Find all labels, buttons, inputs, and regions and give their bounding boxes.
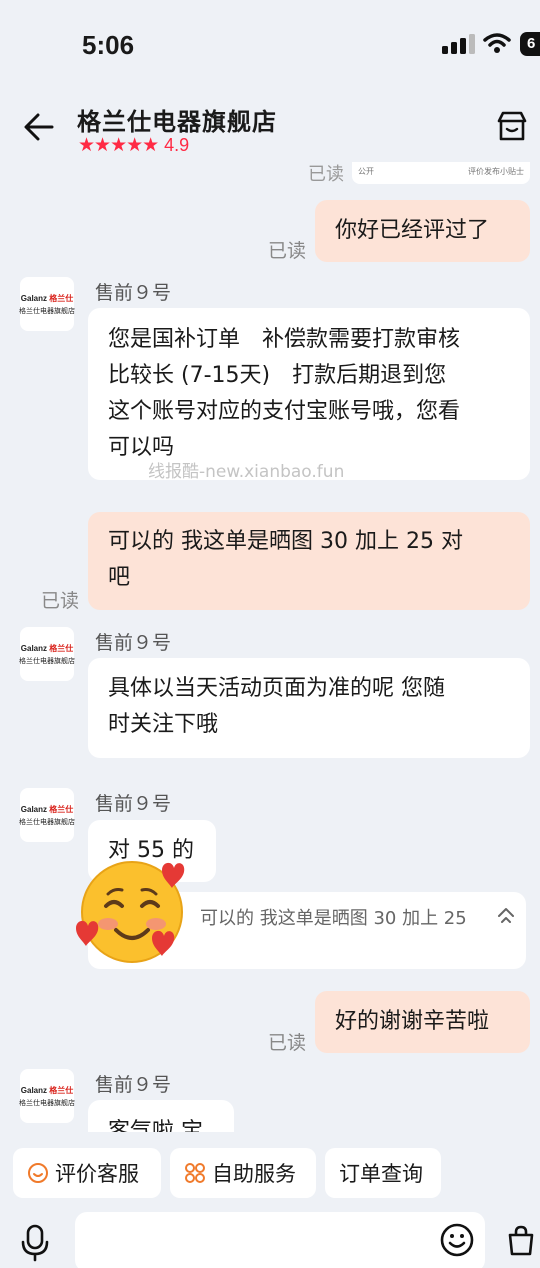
self-service-button[interactable]: 自助服务 — [170, 1148, 316, 1198]
message-bubble-theirs[interactable]: 具体以当天活动页面为准的呢 您随 时关注下哦 — [88, 658, 530, 758]
smiling-face-with-hearts-icon — [76, 861, 185, 963]
rate-service-label: 评价客服 — [55, 1162, 139, 1186]
message-line: 吧 — [108, 565, 131, 590]
sender-name: 售前９号 — [95, 632, 172, 654]
avatar-subtitle: 格兰仕电器旗舰店 — [19, 306, 75, 315]
message-line: 您是国补订单 补偿款需要打款审核 — [108, 327, 461, 352]
avatar-brand: Galanz 格兰仕 — [20, 804, 74, 814]
read-status: 已读 — [308, 164, 344, 185]
message-line: 这个账号对应的支付宝账号哦，您看 — [108, 399, 461, 424]
wifi-icon — [483, 33, 511, 53]
message-bubble-mine[interactable]: 你好已经评过了 — [315, 200, 530, 262]
avatar[interactable]: Galanz 格兰仕 格兰仕电器旗舰店 — [19, 788, 75, 842]
avatar-subtitle: 格兰仕电器旗舰店 — [19, 817, 75, 826]
read-status: 已读 — [268, 240, 307, 262]
read-status: 已读 — [268, 1032, 307, 1054]
rate-service-button[interactable]: 评价客服 — [13, 1148, 161, 1198]
peek-hint-label: 评价发布小贴士 — [468, 167, 524, 176]
order-query-button[interactable]: 订单查询 — [325, 1148, 441, 1198]
chat-header: 格兰仕电器旗舰店 ★★★★★ 4.9 — [0, 90, 540, 162]
emoji-icon[interactable] — [440, 1223, 474, 1257]
avatar-subtitle: 格兰仕电器旗舰店 — [19, 1098, 75, 1107]
sender-name: 售前９号 — [95, 1074, 172, 1096]
grid-dots-icon — [185, 1163, 205, 1183]
status-bar: 5:06 6 — [0, 0, 540, 90]
shop-icon[interactable] — [495, 109, 529, 143]
avatar-subtitle: 格兰仕电器旗舰店 — [19, 656, 75, 665]
avatar-brand: Galanz 格兰仕 — [20, 1085, 74, 1095]
quick-actions-bar: 评价客服 自助服务 订单查询 — [0, 1148, 540, 1198]
battery-indicator: 6 — [520, 32, 540, 56]
quoted-text: 可以的 我这单是晒图 30 加上 25 — [200, 908, 467, 929]
read-status: 已读 — [41, 590, 80, 612]
cellular-signal-icon — [442, 34, 475, 54]
review-card-peek[interactable]: 公开 评价发布小贴士 — [352, 162, 530, 184]
peek-public-label: 公开 — [358, 167, 374, 176]
message-line: 比较长 (7-15天) 打款后期退到您 — [108, 363, 447, 388]
rating-stars: ★★★★★ — [78, 134, 159, 156]
microphone-icon[interactable] — [18, 1222, 52, 1262]
input-bar — [0, 1210, 540, 1268]
smile-circle-icon — [28, 1163, 48, 1183]
message-bubble-theirs[interactable]: 客气啦 宝 — [88, 1100, 234, 1132]
avatar-brand: Galanz 格兰仕 — [20, 643, 74, 653]
message-bubble-mine[interactable]: 可以的 我这单是晒图 30 加上 25 对 吧 — [88, 512, 530, 610]
avatar[interactable]: Galanz 格兰仕 格兰仕电器旗舰店 — [19, 627, 75, 681]
message-line: 时关注下哦 — [108, 712, 219, 737]
avatar-brand: Galanz 格兰仕 — [20, 293, 74, 303]
rating-score: 4.9 — [164, 134, 190, 155]
sender-name: 售前９号 — [95, 793, 172, 815]
message-input[interactable] — [75, 1212, 485, 1268]
sender-name: 售前９号 — [95, 282, 172, 304]
store-name[interactable]: 格兰仕电器旗舰店 — [77, 102, 277, 137]
message-bubble-theirs[interactable]: 您是国补订单 补偿款需要打款审核 比较长 (7-15天) 打款后期退到您 这个账… — [88, 308, 530, 480]
avatar[interactable]: Galanz 格兰仕 格兰仕电器旗舰店 — [19, 1069, 75, 1123]
chat-message-list[interactable]: 已读 公开 评价发布小贴士 已读 你好已经评过了 Galanz 格兰仕 格兰仕电… — [0, 162, 540, 1132]
shopping-bag-icon[interactable] — [504, 1223, 538, 1257]
watermark: 线报酷-new.xianbao.fun — [148, 462, 345, 482]
back-arrow-icon[interactable] — [22, 110, 56, 144]
locate-quote-icon[interactable] — [496, 905, 516, 925]
order-query-label: 订单查询 — [339, 1162, 423, 1186]
self-service-label: 自助服务 — [212, 1162, 296, 1186]
message-line: 具体以当天活动页面为准的呢 您随 — [108, 676, 445, 701]
message-bubble-mine[interactable]: 好的谢谢辛苦啦 — [315, 991, 530, 1053]
message-line: 可以的 我这单是晒图 30 加上 25 对 — [108, 529, 463, 554]
store-rating: ★★★★★ 4.9 — [78, 134, 189, 156]
status-time: 5:06 — [82, 30, 135, 60]
avatar[interactable]: Galanz 格兰仕 格兰仕电器旗舰店 — [19, 277, 75, 331]
